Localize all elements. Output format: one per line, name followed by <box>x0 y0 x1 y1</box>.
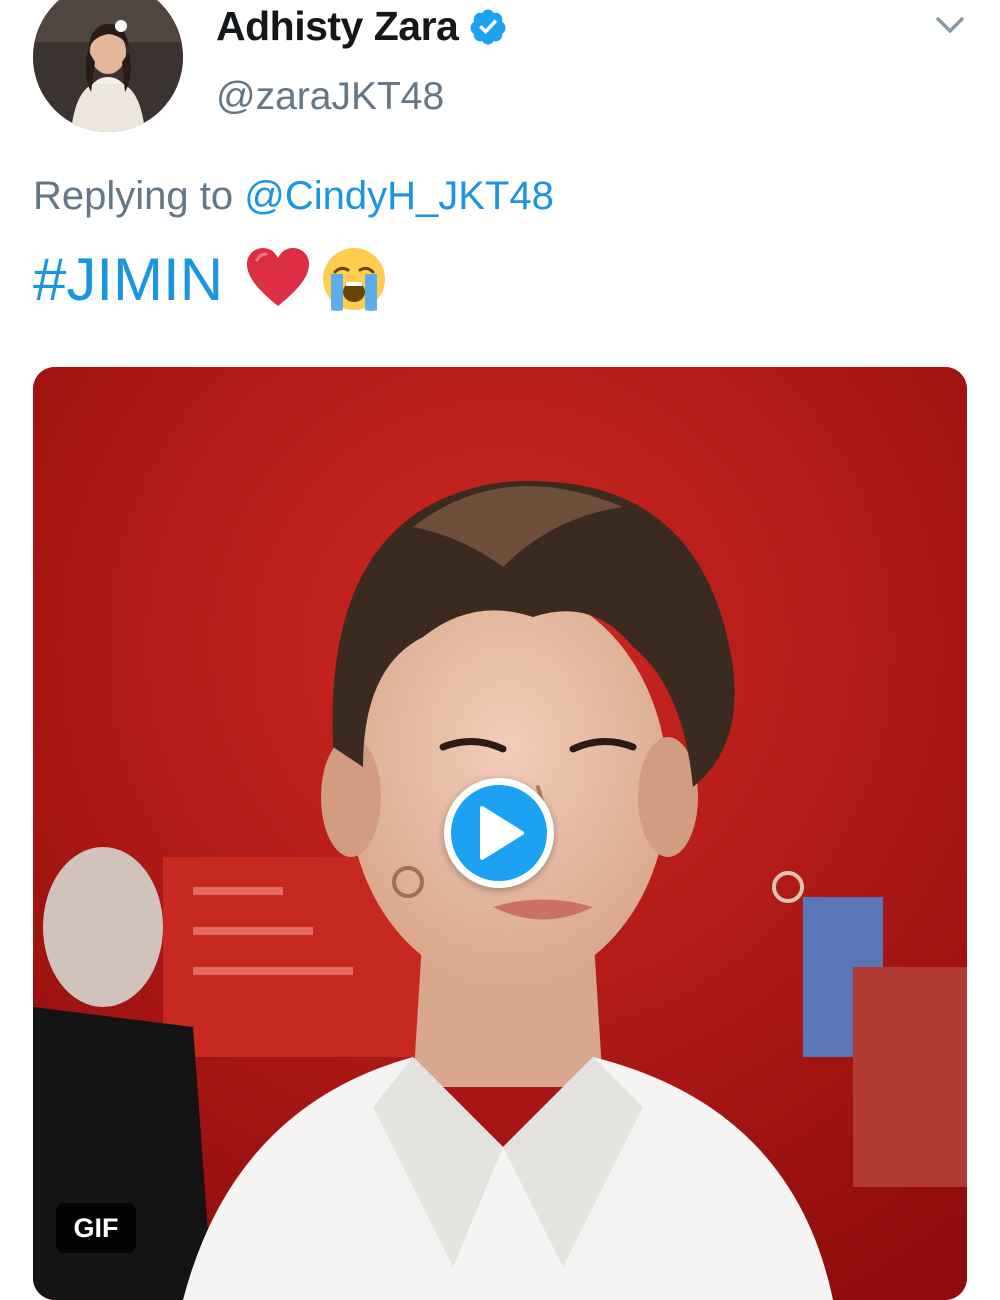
author-handle[interactable]: @zaraJKT48 <box>216 75 444 119</box>
reply-context: Replying to @CindyH_JKT48 <box>33 174 554 219</box>
author-name-row[interactable]: Adhisty Zara <box>216 3 508 50</box>
tweet[interactable]: Adhisty Zara @zaraJKT48 Replying to @Cin… <box>0 0 1000 1300</box>
hashtag-link[interactable]: #JIMIN <box>33 245 223 314</box>
avatar[interactable] <box>33 0 183 132</box>
avatar-image <box>33 0 183 132</box>
tweet-text: #JIMIN <box>33 244 389 314</box>
play-icon <box>480 806 524 860</box>
red-heart-icon <box>247 248 310 306</box>
reply-prefix: Replying to <box>33 174 234 218</box>
media-gif[interactable]: GIF <box>33 367 967 1300</box>
reply-mention-link[interactable]: @CindyH_JKT48 <box>244 174 554 218</box>
play-button[interactable] <box>444 778 554 888</box>
gif-badge: GIF <box>56 1203 136 1253</box>
chevron-down-icon[interactable] <box>933 12 967 38</box>
display-name[interactable]: Adhisty Zara <box>216 3 459 50</box>
verified-badge-icon <box>470 9 506 45</box>
loudly-crying-face-icon <box>323 248 386 311</box>
